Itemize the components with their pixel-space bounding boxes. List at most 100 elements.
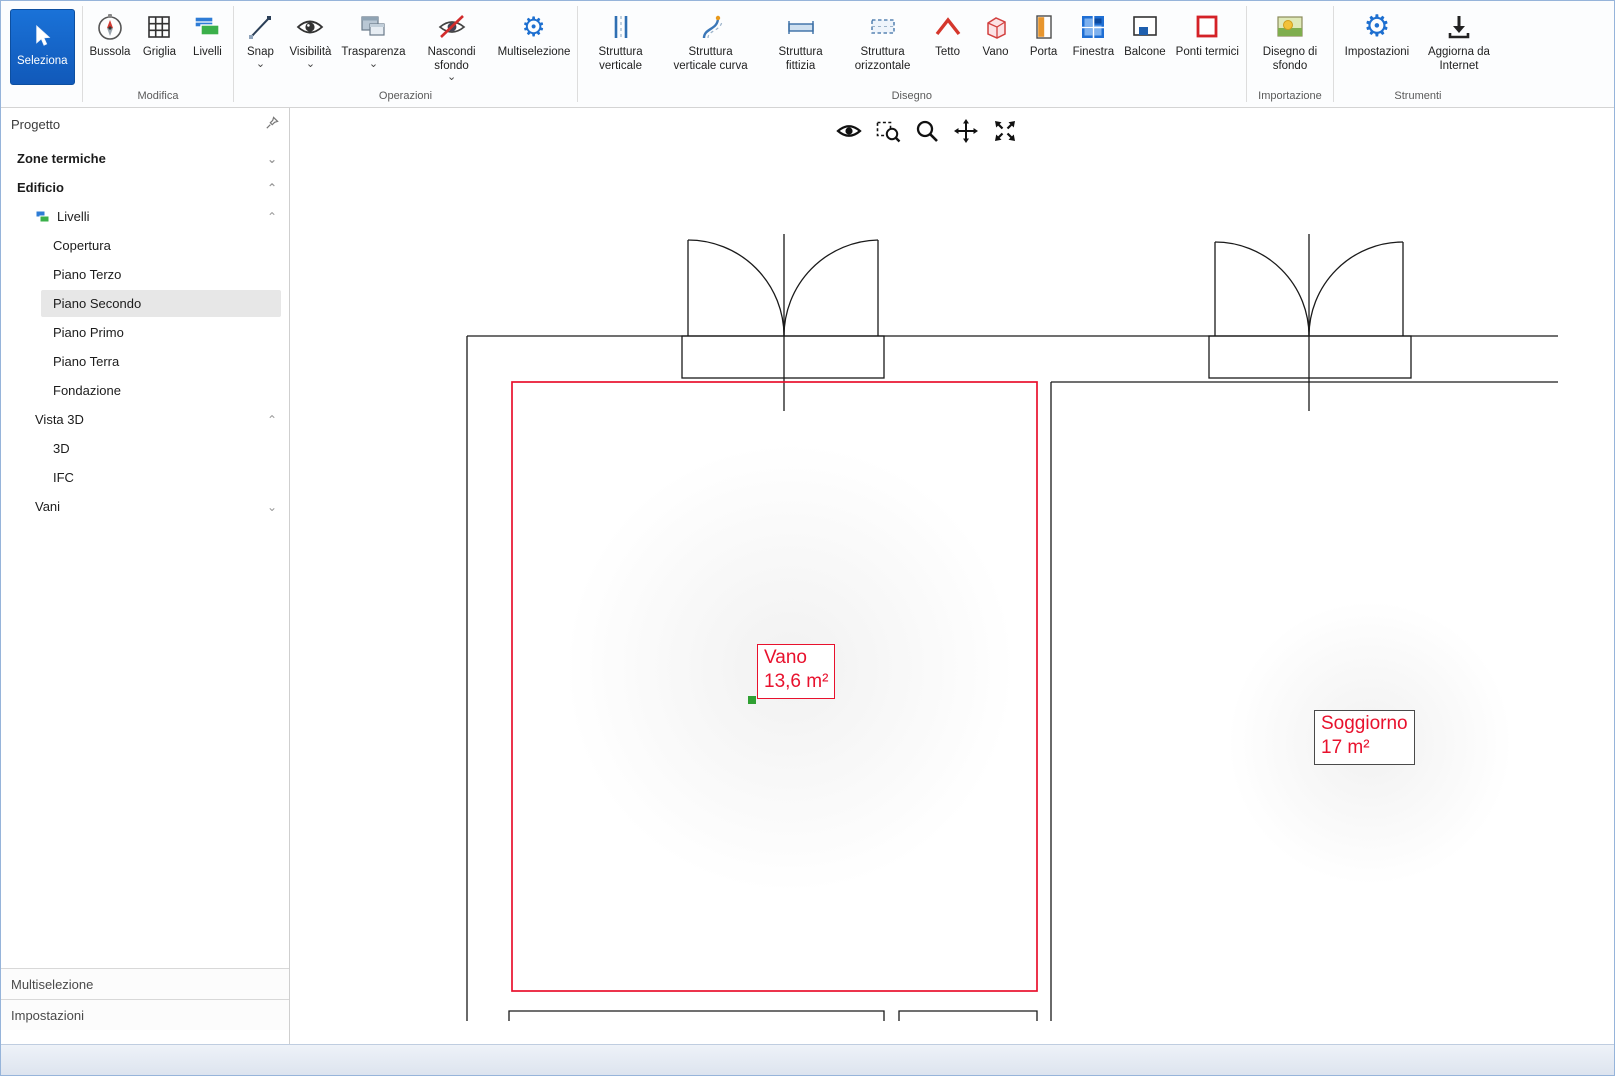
- chevron-up-icon[interactable]: ⌃: [267, 181, 277, 195]
- ribbon: Seleziona Bussola Griglia: [1, 1, 1614, 108]
- multiselezione-panel-header[interactable]: Multiselezione: [1, 968, 289, 999]
- roof-icon: [933, 10, 963, 44]
- view-eye-button[interactable]: [835, 117, 863, 145]
- chevron-down-icon: ⌄: [447, 74, 456, 82]
- tree-item-label: Fondazione: [53, 383, 121, 398]
- struttura-orizzontale-button[interactable]: Struttura orizzontale: [842, 6, 924, 77]
- zoom-extents-button[interactable]: [991, 117, 1019, 145]
- tree-item-zone-termiche[interactable]: Zone termiche ⌄: [1, 144, 289, 173]
- impostazioni-panel-header[interactable]: Impostazioni: [1, 999, 289, 1030]
- ribbon-group-seleziona: Seleziona: [5, 1, 80, 107]
- door-icon: [1030, 10, 1058, 44]
- struttura-verticale-label: Struttura verticale: [585, 46, 657, 73]
- tree-item-piano-terzo[interactable]: Piano Terzo: [1, 260, 289, 289]
- bussola-label: Bussola: [90, 46, 131, 60]
- vertical-structure-icon: [607, 10, 635, 44]
- vano-label: Vano: [983, 46, 1009, 60]
- selection-handle[interactable]: [748, 696, 756, 704]
- pin-icon[interactable]: [265, 116, 279, 133]
- griglia-button[interactable]: Griglia: [135, 6, 183, 64]
- tree-item-livelli[interactable]: Livelli ⌃: [1, 202, 289, 231]
- zoom-button[interactable]: [913, 117, 941, 145]
- ribbon-separator: [1333, 6, 1334, 102]
- disegno-di-sfondo-button[interactable]: Disegno di sfondo: [1249, 6, 1331, 77]
- impostazioni-button[interactable]: ⚙ Impostazioni: [1336, 6, 1418, 64]
- fictitious-structure-icon: [786, 10, 816, 44]
- snap-button[interactable]: Snap ⌄: [236, 6, 284, 72]
- aggiorna-da-internet-button[interactable]: Aggiorna da Internet: [1418, 6, 1500, 77]
- ponti-termici-label: Ponti termici: [1176, 46, 1239, 60]
- chevron-up-icon[interactable]: ⌃: [267, 210, 277, 224]
- window-icon: [1078, 10, 1108, 44]
- balcone-label: Balcone: [1124, 46, 1166, 60]
- ribbon-group-strumenti: ⚙ Impostazioni Aggiorna da Internet Stru…: [1336, 1, 1500, 107]
- ribbon-group-label-modifica: Modifica: [85, 89, 232, 107]
- livelli-button[interactable]: Livelli: [183, 6, 231, 64]
- eye-slash-icon: [437, 10, 467, 44]
- struttura-verticale-button[interactable]: Struttura verticale: [580, 6, 662, 77]
- room-label-soggiorno[interactable]: Soggiorno 17 m²: [1314, 710, 1415, 765]
- tree-item-fondazione[interactable]: Fondazione: [1, 376, 289, 405]
- tree-item-label: Vista 3D: [35, 412, 84, 427]
- transparency-windows-icon: [358, 10, 388, 44]
- gear-icon: ⚙: [521, 10, 545, 44]
- tetto-button[interactable]: Tetto: [924, 6, 972, 64]
- tree-item-ifc[interactable]: IFC: [1, 463, 289, 492]
- gear-icon: ⚙: [1364, 10, 1391, 44]
- project-sidebar: Progetto Zone termiche ⌄ Edificio ⌃: [1, 108, 290, 1044]
- panel-label: Impostazioni: [11, 1008, 84, 1023]
- tree-item-copertura[interactable]: Copertura: [1, 231, 289, 260]
- tree-item-label: IFC: [53, 470, 74, 485]
- cursor-icon: [29, 19, 55, 53]
- layers-icon: [192, 10, 222, 44]
- chevron-up-icon[interactable]: ⌃: [267, 413, 277, 427]
- porta-button[interactable]: Porta: [1020, 6, 1068, 64]
- layers-icon: [35, 209, 50, 224]
- curved-structure-icon: [697, 10, 725, 44]
- vano-button[interactable]: Vano: [972, 6, 1020, 64]
- room-label-vano[interactable]: Vano 13,6 m²: [757, 644, 835, 699]
- chevron-down-icon: ⌄: [256, 61, 265, 69]
- chevron-down-icon: ⌄: [306, 61, 315, 69]
- struttura-fittizia-button[interactable]: Struttura fittizia: [760, 6, 842, 77]
- sidebar-title: Progetto: [11, 117, 60, 132]
- tree-item-vista-3d[interactable]: Vista 3D ⌃: [1, 405, 289, 434]
- sidebar-header: Progetto: [1, 108, 289, 141]
- seleziona-button[interactable]: Seleziona: [10, 9, 75, 85]
- struttura-verticale-curva-button[interactable]: Struttura verticale curva: [662, 6, 760, 77]
- background-image-icon: [1275, 10, 1305, 44]
- nascondi-sfondo-button[interactable]: Nascondi sfondo ⌄: [411, 6, 493, 86]
- balcony-icon: [1130, 10, 1160, 44]
- tree-item-piano-secondo[interactable]: Piano Secondo: [1, 289, 289, 318]
- griglia-label: Griglia: [143, 46, 176, 60]
- bussola-button[interactable]: Bussola: [85, 6, 136, 64]
- floor-plan[interactable]: [290, 108, 1560, 1023]
- zoom-window-button[interactable]: [874, 117, 902, 145]
- tree-item-edificio[interactable]: Edificio ⌃: [1, 173, 289, 202]
- balcone-button[interactable]: Balcone: [1119, 6, 1171, 64]
- ribbon-group-importazione: Disegno di sfondo Importazione: [1249, 1, 1331, 107]
- ribbon-separator: [82, 6, 83, 102]
- visibilita-button[interactable]: Visibilità ⌄: [284, 6, 336, 72]
- ribbon-group-label-strumenti: Strumenti: [1336, 89, 1500, 107]
- chevron-down-icon[interactable]: ⌄: [267, 152, 277, 166]
- tree-item-piano-terra[interactable]: Piano Terra: [1, 347, 289, 376]
- tree-item-piano-primo[interactable]: Piano Primo: [1, 318, 289, 347]
- ribbon-separator: [1246, 6, 1247, 102]
- download-icon: [1445, 10, 1473, 44]
- struttura-fittizia-label: Struttura fittizia: [765, 46, 837, 73]
- disegno-di-sfondo-label: Disegno di sfondo: [1254, 46, 1326, 73]
- finestra-button[interactable]: Finestra: [1068, 6, 1120, 64]
- pan-button[interactable]: [952, 117, 980, 145]
- multiselezione-button[interactable]: ⚙ Multiselezione: [493, 6, 575, 64]
- ponti-termici-button[interactable]: Ponti termici: [1171, 6, 1244, 64]
- drawing-canvas[interactable]: Vano 13,6 m² Soggiorno 17 m²: [290, 108, 1614, 1044]
- trasparenza-button[interactable]: Trasparenza ⌄: [336, 6, 410, 72]
- tree-item-vani[interactable]: Vani ⌄: [1, 492, 289, 521]
- tree-item-label: Livelli: [57, 209, 90, 224]
- tree-item-3d[interactable]: 3D: [1, 434, 289, 463]
- canvas-toolbar: [835, 117, 1019, 145]
- app-window: Seleziona Bussola Griglia: [0, 0, 1615, 1076]
- tree-item-label: Zone termiche: [17, 151, 106, 166]
- chevron-down-icon[interactable]: ⌄: [267, 500, 277, 514]
